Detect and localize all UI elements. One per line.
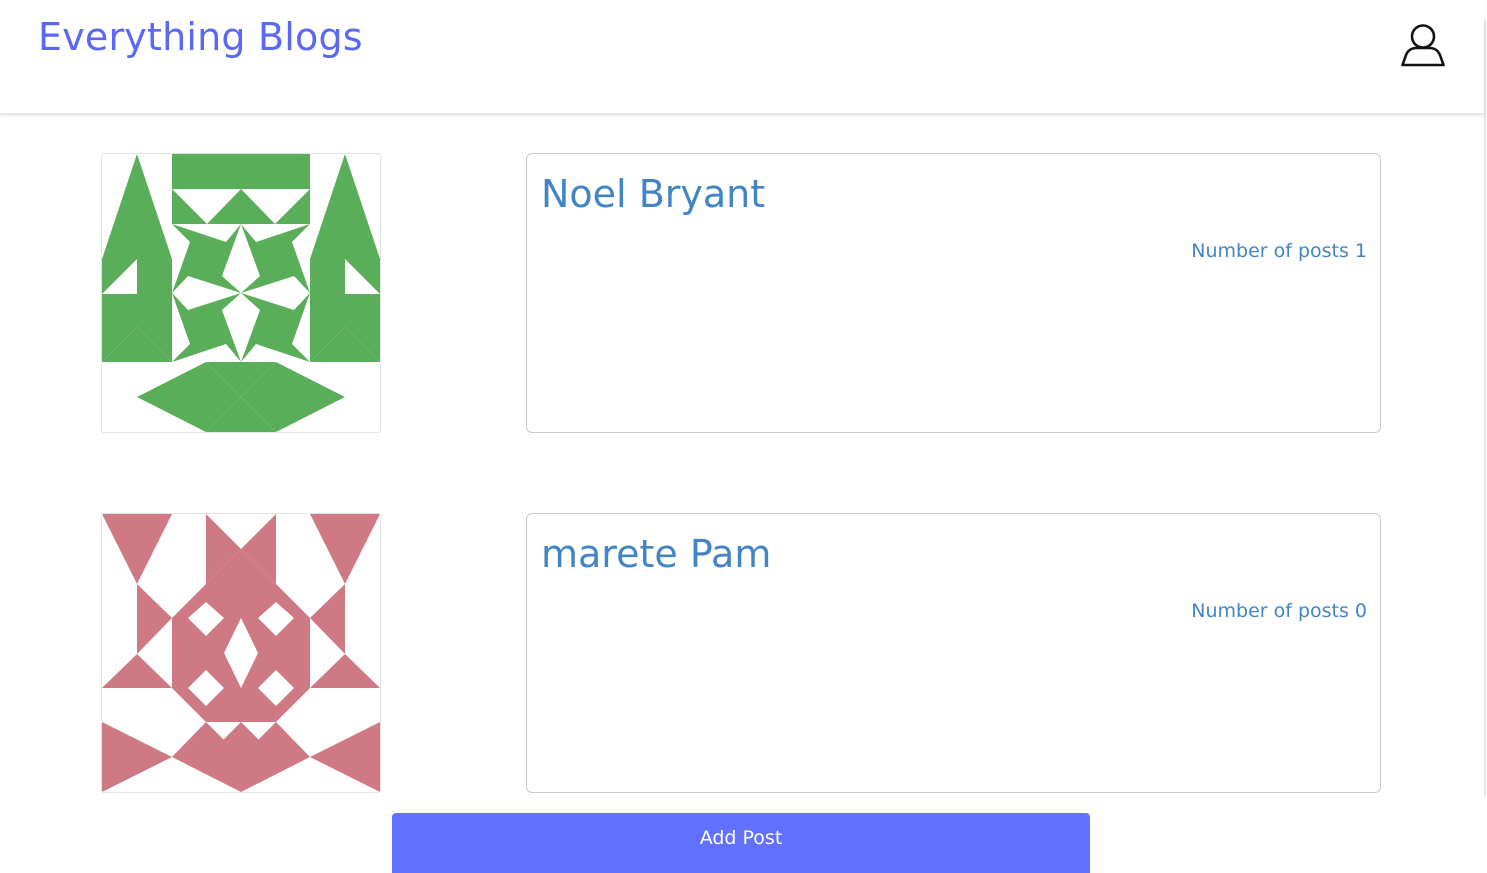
author-post-count: Number of posts 1 — [1191, 238, 1367, 264]
identicon-shape — [102, 259, 137, 294]
user-profile-icon[interactable] — [1398, 22, 1448, 68]
identicon-green-icon — [102, 154, 380, 432]
posts-count: 1 — [1354, 240, 1367, 262]
identicon-shape — [310, 154, 380, 259]
posts-label: Number of posts — [1191, 240, 1349, 262]
identicon-shape — [310, 722, 380, 792]
identicon-shape — [102, 654, 172, 688]
identicon-shape — [172, 293, 241, 362]
identicon-shape — [172, 757, 310, 792]
identicon-shape — [172, 224, 241, 293]
identicon-shape — [310, 514, 380, 584]
identicon-shape — [102, 514, 172, 584]
page-scrollbar-edge — [1484, 20, 1486, 796]
posts-count: 0 — [1354, 600, 1367, 622]
identicon-shape — [137, 362, 206, 432]
identicon-pink-icon — [102, 514, 380, 792]
identicon-shape — [345, 259, 380, 294]
identicon-shape — [137, 584, 172, 654]
posts-label: Number of posts — [1191, 600, 1349, 622]
add-post-button[interactable]: Add Post — [392, 813, 1090, 873]
identicon-shape — [241, 224, 310, 293]
author-name[interactable]: Noel Bryant — [541, 170, 765, 218]
author-card[interactable]: Noel Bryant Number of posts 1 — [526, 153, 1381, 433]
identicon-shape — [241, 293, 310, 362]
author-card[interactable]: marete Pam Number of posts 0 — [526, 513, 1381, 793]
page: Everything Blogs Noel Bryant Number of p… — [0, 0, 1487, 873]
identicon-shape — [310, 654, 380, 688]
identicon-shape — [102, 154, 172, 259]
author-name[interactable]: marete Pam — [541, 530, 771, 578]
identicon-shape — [275, 189, 310, 224]
identicon-shape — [276, 362, 345, 432]
author-avatar-identicon-pink[interactable] — [101, 513, 381, 793]
identicon-shape — [310, 584, 345, 654]
top-navbar: Everything Blogs — [0, 0, 1484, 114]
author-post-count: Number of posts 0 — [1191, 598, 1367, 624]
identicon-shape — [207, 189, 275, 224]
identicon-shape — [172, 189, 207, 224]
identicon-shape — [102, 722, 172, 792]
brand-title[interactable]: Everything Blogs — [38, 13, 363, 61]
author-avatar-identicon-green[interactable] — [101, 153, 381, 433]
identicon-shape — [172, 154, 310, 189]
